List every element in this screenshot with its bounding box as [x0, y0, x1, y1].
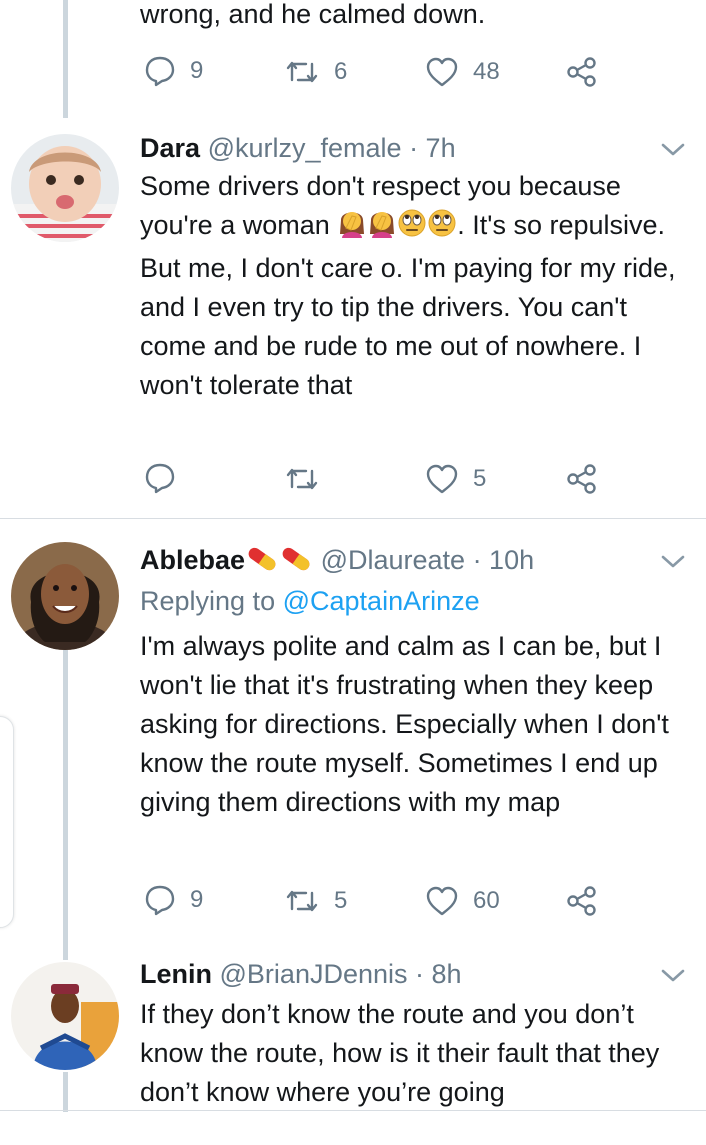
user-handle[interactable]: @Dlaureate	[321, 545, 465, 575]
heart-icon	[426, 57, 458, 87]
pill-icon	[245, 545, 279, 580]
woman-facepalming-icon	[337, 206, 367, 249]
heart-icon	[426, 464, 458, 494]
retweet-button[interactable]: 6	[284, 55, 347, 89]
face-with-rolling-eyes-icon	[397, 208, 427, 249]
replying-to: Replying to @CaptainArinze	[140, 586, 480, 617]
share-icon	[567, 886, 596, 916]
retweet-button[interactable]	[284, 462, 320, 496]
like-count: 60	[473, 887, 500, 914]
tweet-header: Lenin @BrianJDennis · 8h	[140, 958, 462, 990]
pill-icon	[279, 545, 313, 580]
like-button[interactable]: 5	[425, 462, 486, 496]
like-count: 48	[473, 58, 500, 85]
face-with-rolling-eyes-icon	[427, 208, 457, 249]
heart-icon	[426, 886, 458, 916]
woman-facepalming-icon	[367, 206, 397, 249]
replying-to-label: Replying to	[140, 586, 276, 616]
share-icon	[567, 464, 596, 494]
divider	[0, 518, 706, 519]
reply-count: 9	[190, 57, 204, 84]
display-name[interactable]: Ablebae	[140, 545, 245, 575]
reply-count: 9	[190, 886, 204, 913]
retweet-icon	[286, 468, 318, 490]
share-icon	[567, 57, 596, 87]
thread-line-end	[63, 1072, 68, 1112]
tweet-header: Ablebae @Dlaureate · 10h	[140, 544, 534, 580]
display-name[interactable]: Dara	[140, 133, 200, 163]
user-handle[interactable]: @kurlzy_female	[208, 133, 402, 163]
reply-icon	[145, 463, 175, 494]
tweet-text: If they don’t know the route and you don…	[140, 999, 660, 1107]
avatar[interactable]	[11, 962, 119, 1070]
retweet-count: 6	[334, 58, 348, 85]
retweet-icon	[286, 61, 318, 83]
like-button[interactable]: 60	[425, 884, 500, 918]
reply-button[interactable]	[144, 461, 176, 495]
like-count: 5	[473, 465, 487, 492]
retweet-button[interactable]: 5	[284, 884, 347, 918]
share-button[interactable]	[566, 55, 598, 89]
reply-button[interactable]: 9	[144, 54, 203, 88]
thread-line-bottom	[63, 650, 68, 960]
timestamp[interactable]: · 8h	[415, 959, 462, 989]
tweet-text: Some drivers don't respect you because y…	[140, 167, 700, 405]
display-name[interactable]: Lenin	[140, 959, 212, 989]
user-handle[interactable]: @BrianJDennis	[220, 959, 408, 989]
edge-panel-handle[interactable]	[0, 716, 14, 928]
share-button[interactable]	[566, 884, 598, 918]
avatar[interactable]	[11, 542, 119, 650]
chevron-down-icon[interactable]	[660, 968, 686, 984]
chevron-down-icon[interactable]	[660, 554, 686, 570]
reply-icon	[145, 56, 175, 87]
tweet-header: Dara @kurlzy_female · 7h	[140, 132, 456, 164]
timestamp[interactable]: · 7h	[409, 133, 456, 163]
share-button[interactable]	[566, 462, 598, 496]
like-button[interactable]: 48	[425, 55, 500, 89]
retweet-count: 5	[334, 887, 348, 914]
thread-line-top	[63, 0, 68, 118]
tweet-text: wrong, and he calmed down.	[140, 0, 486, 29]
avatar[interactable]	[11, 134, 119, 242]
retweet-icon	[286, 890, 318, 912]
replying-to-handle[interactable]: @CaptainArinze	[283, 586, 480, 616]
reply-button[interactable]: 9	[144, 883, 203, 917]
chevron-down-icon[interactable]	[660, 142, 686, 158]
tweet-text: I'm always polite and calm as I can be, …	[140, 631, 669, 817]
reply-icon	[145, 885, 175, 916]
timestamp[interactable]: · 10h	[473, 545, 535, 575]
